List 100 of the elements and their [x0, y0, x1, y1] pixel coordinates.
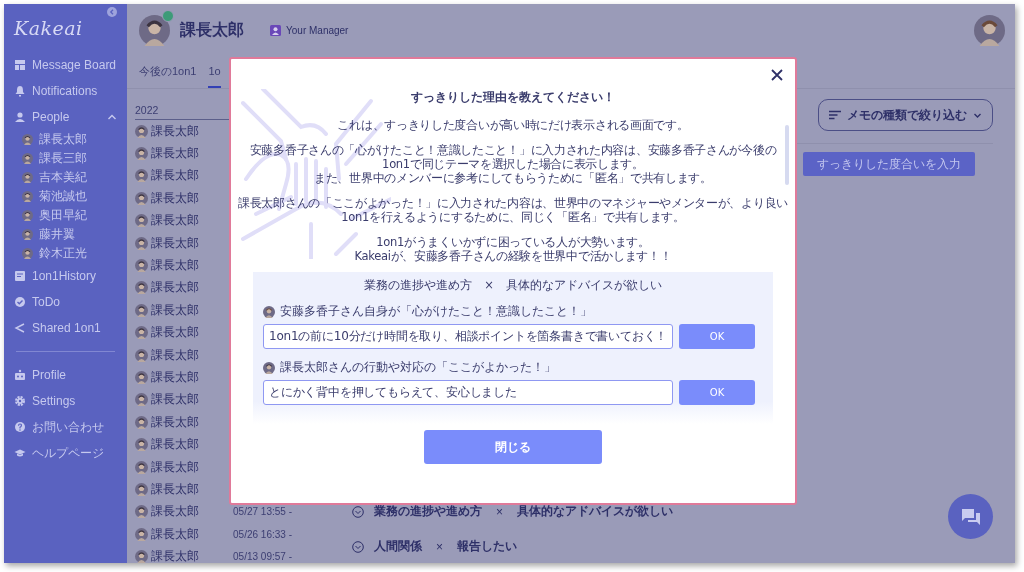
sidebar-item[interactable]: ヘルプページ — [4, 440, 127, 466]
sidebar-item[interactable]: お問い合わせ — [4, 414, 127, 440]
collapse-icon[interactable] — [107, 7, 117, 17]
rate-button[interactable]: すっきりした度合いを入力 — [803, 152, 975, 176]
avatar-icon — [135, 281, 148, 295]
avatar-icon — [22, 229, 33, 240]
text-line: 1on1を行えるようにするために、同じく「匿名」で共有します。 — [341, 210, 685, 224]
avatar-icon — [135, 303, 148, 317]
history-name[interactable]: 課長太郎 — [151, 458, 199, 476]
avatar-icon — [135, 259, 148, 273]
history-name[interactable]: 課長太郎 — [151, 413, 199, 431]
history-name[interactable]: 課長太郎 — [151, 167, 199, 185]
person-item[interactable]: 奥田早紀 — [22, 206, 127, 225]
graduation-cap-icon — [14, 447, 26, 459]
history-name[interactable]: 課長太郎 — [151, 122, 199, 140]
history-name[interactable]: 課長太郎 — [151, 369, 199, 386]
history-date[interactable]: 05/27 13:55 - — [233, 506, 292, 518]
help-icon — [14, 421, 26, 433]
history-name[interactable]: 課長太郎 — [151, 257, 199, 275]
tab[interactable]: 今後の1on1 — [139, 56, 197, 88]
dialog-title: すっきりした理由を教えてください！ — [410, 89, 616, 106]
ok-button[interactable]: OK — [679, 324, 755, 349]
history-name[interactable]: 課長太郎 — [151, 391, 199, 409]
avatar-icon — [135, 527, 148, 541]
history-name[interactable]: 課長太郎 — [151, 279, 199, 297]
avatar-icon — [135, 550, 148, 563]
sidebar-item[interactable]: Notifications — [4, 78, 127, 104]
history-name[interactable]: 課長太郎 — [151, 324, 199, 342]
chevron-up-icon[interactable] — [107, 112, 117, 122]
expand-icon[interactable] — [352, 540, 364, 553]
history-name[interactable]: 課長太郎 — [151, 480, 199, 498]
board-icon — [14, 59, 26, 71]
logo[interactable]: Kakeai — [14, 17, 83, 39]
avatar-icon — [135, 124, 148, 138]
sidebar-item[interactable]: People — [4, 104, 127, 130]
person-icon — [14, 111, 26, 123]
avatar-icon — [263, 361, 275, 374]
history-name[interactable]: 課長太郎 — [151, 548, 199, 563]
person-item[interactable]: 藤井翼 — [22, 225, 127, 244]
text-line: 課長太郎さんの「ここがよかった！」に入力された内容は、世界中のマネジャーやメンターが、より良い — [238, 196, 788, 210]
avatar-icon — [22, 172, 33, 183]
check-circle-icon — [14, 296, 26, 308]
avatar-icon — [135, 460, 148, 474]
text-line: また、世界中のメンバーに参考にしてもらうために「匿名」で共有します。 — [314, 171, 712, 185]
avatar-icon — [135, 348, 148, 362]
panel-heading: 業務の進捗や進め方 × 具体的なアドバイスが欲しい — [364, 278, 662, 292]
person-item[interactable]: 課長三郎 — [22, 149, 127, 168]
sidebar-item[interactable]: Shared 1on1 — [4, 315, 127, 341]
role-label: Your Manager — [286, 24, 349, 36]
answer-field[interactable]: とにかく背中を押してもらえて、安心しました — [263, 380, 673, 405]
share-icon — [14, 322, 26, 334]
filter-button[interactable]: メモの種類で絞り込む — [818, 99, 993, 131]
avatar-icon — [263, 305, 275, 318]
history-name[interactable]: 課長太郎 — [151, 212, 199, 230]
history-name[interactable]: 課長太郎 — [151, 145, 199, 163]
robot-icon — [14, 369, 26, 381]
sidebar-item[interactable]: ToDo — [4, 289, 127, 315]
settings-icon — [14, 395, 26, 407]
answer-field[interactable]: 1on1の前に10分だけ時間を取り、相談ポイントを箇条書きで書いておく！ — [263, 324, 673, 349]
topic-request: 具体的なアドバイスが欲しい — [517, 503, 673, 520]
topic-request: 報告したい — [457, 538, 517, 555]
person-item[interactable]: 吉本美紀 — [22, 168, 127, 187]
scrollbar[interactable] — [785, 125, 789, 185]
history-name[interactable]: 課長太郎 — [151, 503, 199, 521]
sidebar-item[interactable]: Profile — [4, 362, 127, 388]
person-item[interactable]: 菊池誠也 — [22, 187, 127, 206]
avatar-icon — [139, 14, 170, 46]
cross-mark: × — [436, 539, 443, 554]
avatar-icon — [135, 147, 148, 161]
avatar-icon — [135, 191, 148, 205]
user-name: 課長太郎 — [180, 19, 244, 40]
avatar-icon — [135, 236, 148, 250]
history-name[interactable]: 課長太郎 — [151, 346, 199, 364]
close-dialog-button[interactable]: 閉じる — [424, 430, 602, 464]
tab[interactable]: 1o — [208, 56, 221, 88]
person-item[interactable]: 課長太郎 — [22, 130, 127, 149]
history-name[interactable]: 課長太郎 — [151, 234, 199, 252]
avatar-icon — [135, 169, 148, 183]
avatar-icon — [135, 214, 148, 228]
account-avatar[interactable] — [974, 14, 1005, 46]
history-name[interactable]: 課長太郎 — [151, 189, 199, 207]
avatar-icon — [135, 393, 148, 407]
history-name[interactable]: 課長太郎 — [151, 525, 199, 543]
history-name[interactable]: 課長太郎 — [151, 301, 199, 319]
person-item[interactable]: 鈴木正光 — [22, 244, 127, 263]
ok-button[interactable]: OK — [679, 380, 755, 405]
close-button[interactable] — [769, 67, 785, 83]
sidebar-item[interactable]: Message Board — [4, 52, 127, 78]
history-date[interactable]: 05/26 16:33 - — [233, 528, 292, 540]
avatar-icon — [135, 482, 148, 496]
avatar-icon — [135, 326, 148, 340]
close-icon — [771, 69, 783, 81]
expand-icon[interactable] — [352, 505, 364, 518]
filter-icon — [829, 110, 841, 120]
history-name[interactable]: 課長太郎 — [151, 436, 199, 454]
sidebar-item[interactable]: 1on1History — [4, 263, 127, 289]
avatar-icon — [22, 210, 33, 221]
chat-button[interactable] — [948, 494, 993, 539]
sidebar-item[interactable]: Settings — [4, 388, 127, 414]
history-date[interactable]: 05/13 09:57 - — [233, 551, 292, 563]
